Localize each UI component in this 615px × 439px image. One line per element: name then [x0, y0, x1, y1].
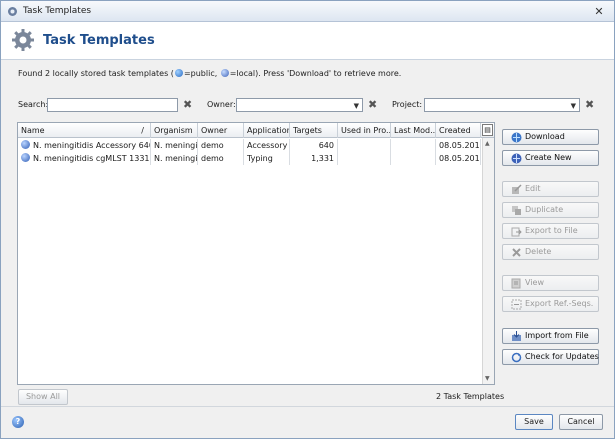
cell-lastmod	[391, 139, 436, 152]
cell-name: N. meningitidis cgMLST 1331 targets	[18, 152, 151, 165]
delete-icon	[512, 248, 521, 257]
project-label: Project:	[392, 100, 423, 109]
chevron-down-icon: ▼	[570, 102, 576, 110]
title-bar[interactable]: Task Templates ✕	[1, 1, 614, 22]
check-for-updates-button[interactable]: Check for Updates	[502, 349, 599, 365]
column-header-lastmod[interactable]: Last Mod...	[391, 123, 436, 138]
owner-select[interactable]: ▼	[236, 98, 363, 112]
column-header-application[interactable]: Application	[244, 123, 290, 138]
page-title: Task Templates	[43, 33, 155, 48]
cell-name: N. meningitidis Accessory 640 targets	[18, 139, 151, 152]
search-label: Search:	[18, 100, 49, 109]
info-text: Found 2 locally stored task templates ( =…	[18, 69, 401, 78]
public-globe-icon	[174, 69, 183, 77]
create-new-button[interactable]: Create New	[502, 150, 599, 166]
gear-icon	[12, 29, 34, 51]
cell-application: Accessory ...	[244, 139, 290, 152]
scroll-up-icon[interactable]: ▲	[485, 140, 490, 147]
cell-created: 08.05.201...	[436, 152, 481, 165]
cell-used	[338, 139, 391, 152]
cell-organism: N. meningiti...	[151, 152, 198, 165]
edit-button[interactable]: Edit	[502, 181, 599, 197]
cell-lastmod	[391, 152, 436, 165]
template-globe-icon	[21, 153, 30, 162]
local-globe-icon	[220, 69, 229, 77]
export-ref-seqs-button[interactable]: Export Ref.-Seqs.	[502, 296, 599, 312]
column-header-name[interactable]: Name /	[18, 123, 151, 138]
column-header-organism[interactable]: Organism	[151, 123, 198, 138]
chevron-down-icon: ▼	[353, 102, 359, 110]
vertical-scrollbar[interactable]: ▲ ▼	[482, 138, 494, 384]
app-gear-icon	[8, 7, 17, 16]
table-row[interactable]: N. meningitidis Accessory 640 targets N.…	[18, 139, 481, 152]
cell-targets: 640	[290, 139, 338, 152]
view-button[interactable]: View	[502, 275, 599, 291]
cell-owner: demo	[198, 152, 244, 165]
info-public: =public,	[183, 69, 220, 78]
templates-table: Name / Organism Owner Application Targets…	[17, 122, 495, 385]
cancel-button[interactable]: Cancel	[559, 414, 603, 430]
project-select[interactable]: ▼	[424, 98, 580, 112]
view-icon	[511, 278, 521, 289]
window-title: Task Templates	[23, 6, 92, 16]
search-input[interactable]	[47, 98, 178, 112]
refresh-icon	[511, 352, 522, 363]
delete-button[interactable]: Delete	[502, 244, 599, 260]
save-button[interactable]: Save	[515, 414, 553, 430]
help-icon[interactable]: ?	[12, 416, 24, 428]
table-row[interactable]: N. meningitidis cgMLST 1331 targets N. m…	[18, 152, 481, 165]
clear-project-icon[interactable]: ✖	[585, 99, 594, 110]
export-icon	[511, 227, 522, 237]
export-seqs-icon	[511, 299, 522, 310]
sort-icon: /	[141, 126, 144, 135]
duplicate-button[interactable]: Duplicate	[502, 202, 599, 218]
owner-label: Owner:	[207, 100, 236, 109]
edit-icon	[512, 184, 522, 194]
import-icon	[512, 331, 521, 341]
download-globe-icon	[511, 132, 522, 143]
column-chooser-icon[interactable]: ▤	[482, 124, 493, 136]
cell-application: Typing	[244, 152, 290, 165]
cell-used	[338, 152, 391, 165]
column-header-owner[interactable]: Owner	[198, 123, 244, 138]
create-globe-icon	[511, 153, 522, 164]
scroll-down-icon[interactable]: ▼	[485, 375, 490, 382]
column-header-targets[interactable]: Targets	[290, 123, 338, 138]
close-icon[interactable]: ✕	[592, 5, 606, 18]
show-all-button[interactable]: Show All	[18, 389, 68, 405]
clear-owner-icon[interactable]: ✖	[368, 99, 377, 110]
column-header-used[interactable]: Used in Pro...	[338, 123, 391, 138]
template-count: 2 Task Templates	[436, 392, 505, 401]
info-prefix: Found 2 locally stored task templates (	[18, 69, 174, 78]
duplicate-icon	[512, 206, 521, 215]
dialog-header: Task Templates	[1, 22, 614, 60]
cell-created: 08.05.201...	[436, 139, 481, 152]
template-globe-icon	[21, 140, 30, 149]
export-to-file-button[interactable]: Export to File	[502, 223, 599, 239]
info-local: =local). Press 'Download' to retrieve mo…	[229, 69, 402, 78]
cell-targets: 1,331	[290, 152, 338, 165]
import-from-file-button[interactable]: Import from File	[502, 328, 599, 344]
cell-organism: N. meningiti...	[151, 139, 198, 152]
cell-owner: demo	[198, 139, 244, 152]
footer-divider	[1, 406, 614, 407]
download-button[interactable]: Download	[502, 129, 599, 145]
table-header: Name / Organism Owner Application Targets…	[18, 123, 494, 138]
task-templates-window: Task Templates ✕ Task Templates Found 2 …	[0, 0, 615, 439]
column-header-created[interactable]: Created	[436, 123, 481, 138]
clear-search-icon[interactable]: ✖	[183, 99, 192, 110]
